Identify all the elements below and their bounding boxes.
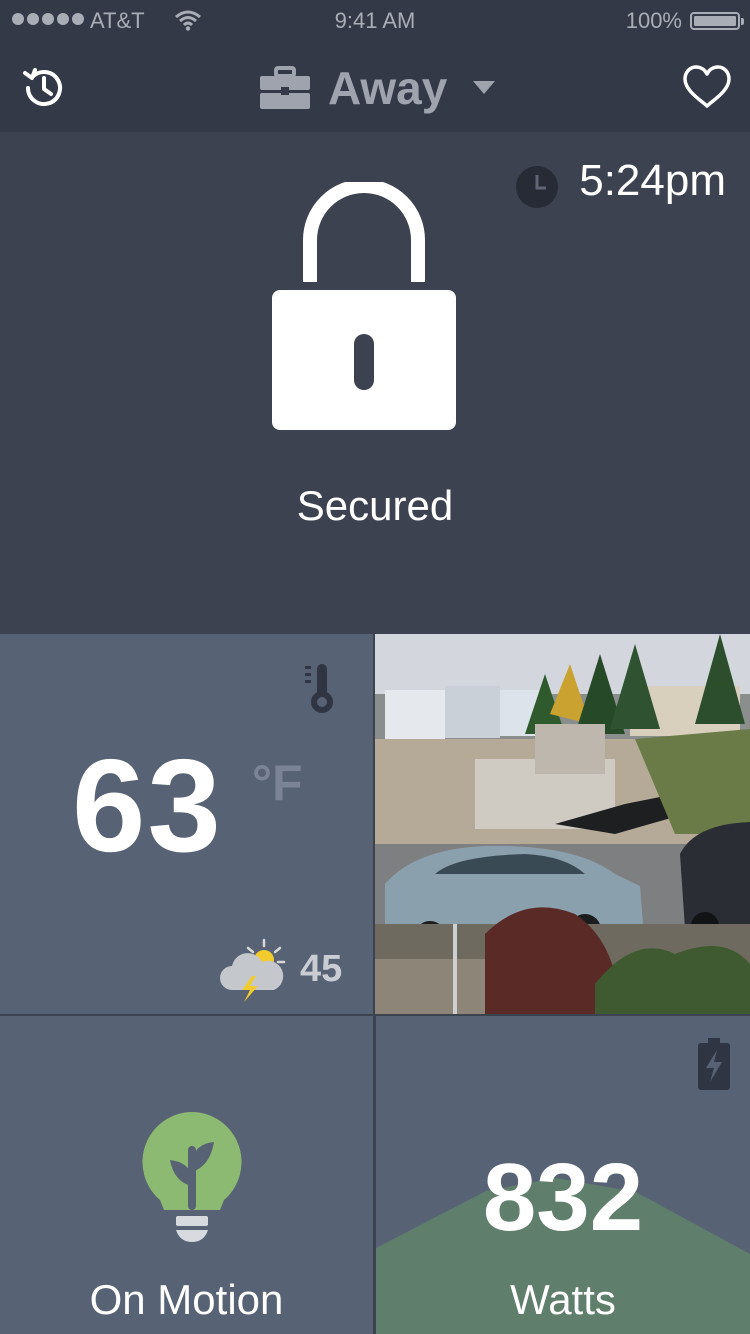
chevron-down-icon (473, 81, 496, 94)
heart-icon[interactable] (682, 64, 732, 110)
clock-icon (516, 166, 558, 208)
battery-charging-icon (698, 1038, 730, 1090)
status-bar: AT&T 9:41 AM 100% (0, 0, 750, 40)
outdoor-temperature: 45 (300, 948, 343, 990)
thermometer-icon (305, 664, 333, 713)
camera-feed-tile[interactable] (375, 634, 750, 1014)
indoor-temperature: 63 (72, 732, 223, 879)
leaf-bulb-icon (142, 1112, 242, 1242)
energy-usage-value: 832 (482, 1144, 644, 1251)
nav-bar: Away (0, 40, 750, 132)
mode-selector[interactable]: Away (258, 62, 496, 114)
mode-label: Away (328, 62, 448, 114)
temperature-unit: °F (252, 755, 303, 811)
battery-percent: 100% (625, 8, 682, 33)
security-panel[interactable]: 5:24pm Secured (0, 132, 750, 634)
security-status-label: Secured (296, 482, 454, 529)
battery-icon (690, 12, 744, 30)
thunderstorm-icon (220, 938, 286, 1002)
camera-feed (375, 634, 750, 1014)
last-updated-time: 5:24pm (579, 156, 726, 205)
energy-usage-unit: Watts (510, 1276, 616, 1323)
security-status: Secured (0, 482, 750, 530)
padlock-icon[interactable] (270, 182, 458, 432)
briefcase-icon (260, 66, 310, 109)
history-icon[interactable] (20, 64, 68, 112)
lighting-mode-label: On Motion (89, 1276, 284, 1323)
